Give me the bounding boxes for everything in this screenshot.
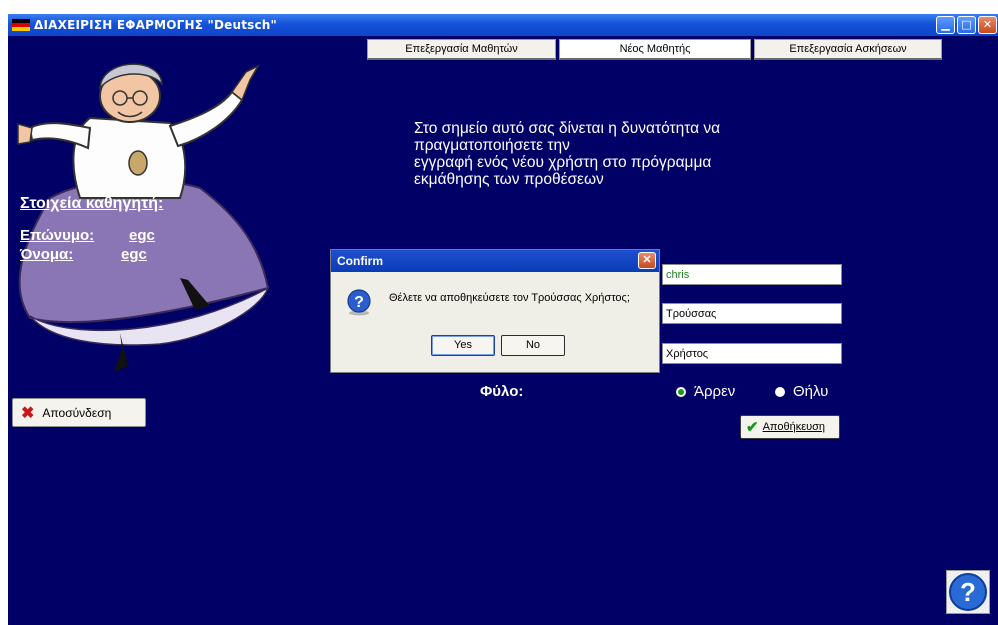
help-button[interactable]: ? — [946, 570, 990, 614]
question-icon: ? — [347, 289, 371, 316]
tab-edit-students[interactable]: Επεξεργασία Μαθητών — [367, 39, 556, 60]
checkmark-icon: ✔ — [746, 419, 759, 436]
username-field[interactable]: chris — [662, 264, 842, 285]
save-label: Αποθήκευση — [762, 421, 826, 433]
save-button[interactable]: ✔ Αποθήκευση — [740, 415, 840, 439]
confirm-dialog: Confirm ✕ ? Θέλετε να αποθηκεύσετε τον Τ… — [330, 249, 660, 373]
dialog-title: Confirm — [337, 254, 383, 268]
radio-female[interactable] — [775, 386, 785, 397]
app-window: ΔΙΑΧΕΙΡΙΣΗ ΕΦΑΡΜΟΓΗΣ "Deutsch" ▁ □ ✕ Επε… — [8, 14, 998, 625]
close-icon[interactable]: ✕ — [978, 16, 997, 34]
no-button[interactable]: No — [501, 335, 565, 356]
svg-text:?: ? — [960, 577, 976, 607]
gender-female-option[interactable]: Θήλυ — [775, 383, 828, 400]
surname-field[interactable]: Τρούσσας — [662, 303, 842, 324]
gender-male-label: Άρρεν — [694, 383, 736, 400]
help-icon: ? — [949, 573, 987, 611]
intro-line: εγγραφή ενός νέου χρήστη στο πρόγραμμα — [414, 154, 712, 171]
tab-new-student[interactable]: Νέος Μαθητής — [559, 39, 751, 60]
title-bar[interactable]: ΔΙΑΧΕΙΡΙΣΗ ΕΦΑΡΜΟΓΗΣ "Deutsch" ▁ □ ✕ — [8, 14, 998, 36]
minimize-icon[interactable]: ▁ — [936, 16, 955, 34]
dialog-close-icon[interactable]: ✕ — [638, 252, 656, 269]
logout-button[interactable]: ✖ Αποσύνδεση — [12, 398, 146, 427]
intro-line: εκμάθησης των προθέσεων — [414, 171, 604, 188]
logout-label: Αποσύνδεση — [42, 405, 112, 420]
teacher-info-title: Στοιχεία καθηγητή: — [20, 195, 164, 212]
dialog-message: Θέλετε να αποθηκεύσετε τον Τρούσσας Χρήσ… — [389, 292, 630, 304]
german-flag-icon — [12, 19, 30, 31]
tab-edit-exercises[interactable]: Επεξεργασία Ασκήσεων — [754, 39, 942, 60]
grandma-illustration — [17, 63, 270, 372]
name-field[interactable]: Χρήστος — [662, 343, 842, 364]
yes-button[interactable]: Yes — [431, 335, 495, 356]
gender-female-label: Θήλυ — [793, 383, 829, 400]
intro-line: πραγματοποιήσετε την — [414, 137, 570, 154]
intro-line: Στο σημείο αυτό σας δίνεται η δυνατότητα… — [414, 120, 721, 137]
dialog-title-bar[interactable]: Confirm ✕ — [331, 250, 659, 272]
window-title: ΔΙΑΧΕΙΡΙΣΗ ΕΦΑΡΜΟΓΗΣ "Deutsch" — [34, 18, 277, 32]
x-icon: ✖ — [21, 404, 35, 422]
teacher-name-label: Όνομα: — [20, 246, 74, 263]
gender-label: Φύλο: — [480, 383, 524, 400]
teacher-name-value: egc — [121, 246, 147, 263]
gender-male-option[interactable]: Άρρεν — [676, 383, 735, 400]
svg-text:?: ? — [354, 294, 364, 311]
teacher-surname-value: egc — [129, 227, 155, 244]
teacher-surname-label: Επώνυμο: — [20, 227, 95, 244]
intro-text: Στο σημείο αυτό σας δίνεται η δυνατότητα… — [414, 120, 854, 188]
maximize-icon[interactable]: □ — [957, 16, 976, 34]
radio-male[interactable] — [676, 386, 686, 397]
